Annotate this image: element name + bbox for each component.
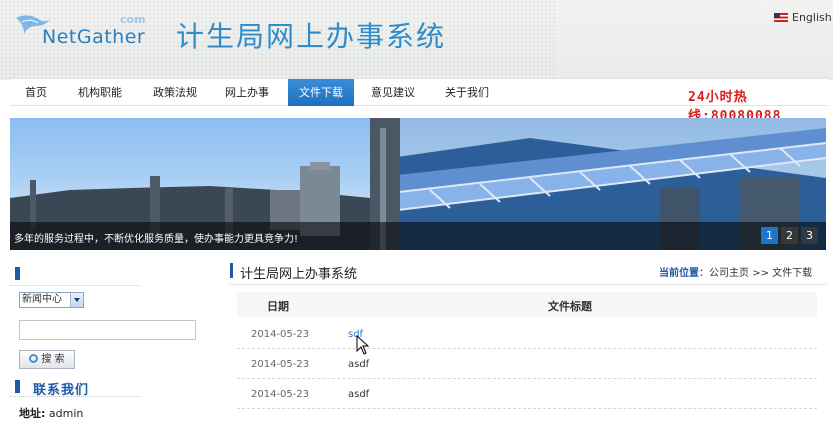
nav-item-home[interactable]: 首页 (10, 79, 62, 106)
logo-text: NetGather (42, 26, 146, 48)
banner-page-3[interactable]: 3 (801, 227, 818, 244)
search-button-label: 搜 索 (41, 354, 65, 365)
table-row: 2014-05-23 sdf (237, 319, 817, 349)
contact-address: 地址: admin (19, 405, 83, 421)
banner-page-2[interactable]: 2 (781, 227, 798, 244)
sidebar-divider (10, 262, 140, 286)
row-date: 2014-05-23 (251, 359, 310, 370)
nav-item-functions[interactable]: 机构职能 (72, 79, 128, 106)
breadcrumb-separator: >> (752, 268, 769, 279)
address-value: admin (48, 407, 84, 420)
category-select[interactable]: 新闻中心 (19, 292, 84, 308)
content-title-marker (230, 263, 233, 278)
search-icon (29, 354, 39, 363)
nav-item-online-service[interactable]: 网上办事 (220, 79, 274, 106)
breadcrumb-home[interactable]: ：公司主页 (699, 268, 749, 279)
banner-caption-bar: 多年的服务过程中，不断优化服务质量，使办事能力更具竞争力! 1 2 3 (10, 222, 826, 250)
content-title: 计生局网上办事系统 (240, 267, 358, 282)
nav-item-feedback[interactable]: 意见建议 (364, 79, 422, 106)
table-row: 2014-05-23 asdf (237, 379, 817, 409)
column-header-date: 日期 (267, 300, 289, 313)
nav-item-downloads[interactable]: 文件下载 (288, 79, 354, 106)
column-header-title: 文件标题 (548, 300, 592, 313)
breadcrumb-current: 文件下载 (772, 268, 813, 279)
nav-item-about[interactable]: 关于我们 (438, 79, 496, 106)
logo[interactable]: com NetGather (14, 10, 146, 50)
banner-caption: 多年的服务过程中，不断优化服务质量，使办事能力更具竞争力! (14, 234, 299, 245)
search-button[interactable]: 搜 索 (19, 350, 75, 369)
contact-section-marker (15, 380, 20, 393)
content-divider (229, 284, 827, 285)
main-nav: 首页 机构职能 政策法规 网上办事 文件下载 意见建议 关于我们 24小时热线:… (10, 78, 828, 124)
nav-item-policies[interactable]: 政策法规 (145, 79, 205, 106)
page: com NetGather 计生局网上办事系统 English 首页 机构职能 … (0, 0, 833, 430)
search-input[interactable] (19, 320, 196, 340)
mouse-cursor-icon (356, 335, 370, 355)
banner-page-1[interactable]: 1 (761, 227, 778, 244)
uk-flag-icon (774, 13, 788, 22)
row-date: 2014-05-23 (251, 329, 310, 340)
table-row: 2014-05-23 asdf (237, 349, 817, 379)
breadcrumb: 当前位置：公司主页 >> 文件下载 (659, 264, 812, 279)
language-switch[interactable]: English (774, 11, 832, 24)
header: com NetGather 计生局网上办事系统 English (0, 0, 833, 80)
row-date: 2014-05-23 (251, 389, 310, 400)
row-title-link[interactable]: asdf (348, 389, 369, 400)
address-label: 地址: (19, 407, 46, 420)
banner-slideshow[interactable]: 多年的服务过程中，不断优化服务质量，使办事能力更具竞争力! 1 2 3 (10, 118, 826, 250)
logo-com-text: com (120, 13, 146, 26)
site-title: 计生局网上办事系统 (176, 20, 447, 53)
contact-title: 联系我们 (33, 383, 90, 398)
banner-pager: 1 2 3 (761, 227, 818, 244)
chevron-down-icon (70, 293, 83, 307)
table-header: 日期 文件标题 (237, 292, 817, 317)
breadcrumb-label: 当前位置 (659, 268, 699, 279)
sidebar-section-marker (15, 267, 20, 280)
category-select-value: 新闻中心 (22, 294, 62, 305)
language-label: English (792, 11, 832, 24)
row-title-link[interactable]: asdf (348, 359, 369, 370)
